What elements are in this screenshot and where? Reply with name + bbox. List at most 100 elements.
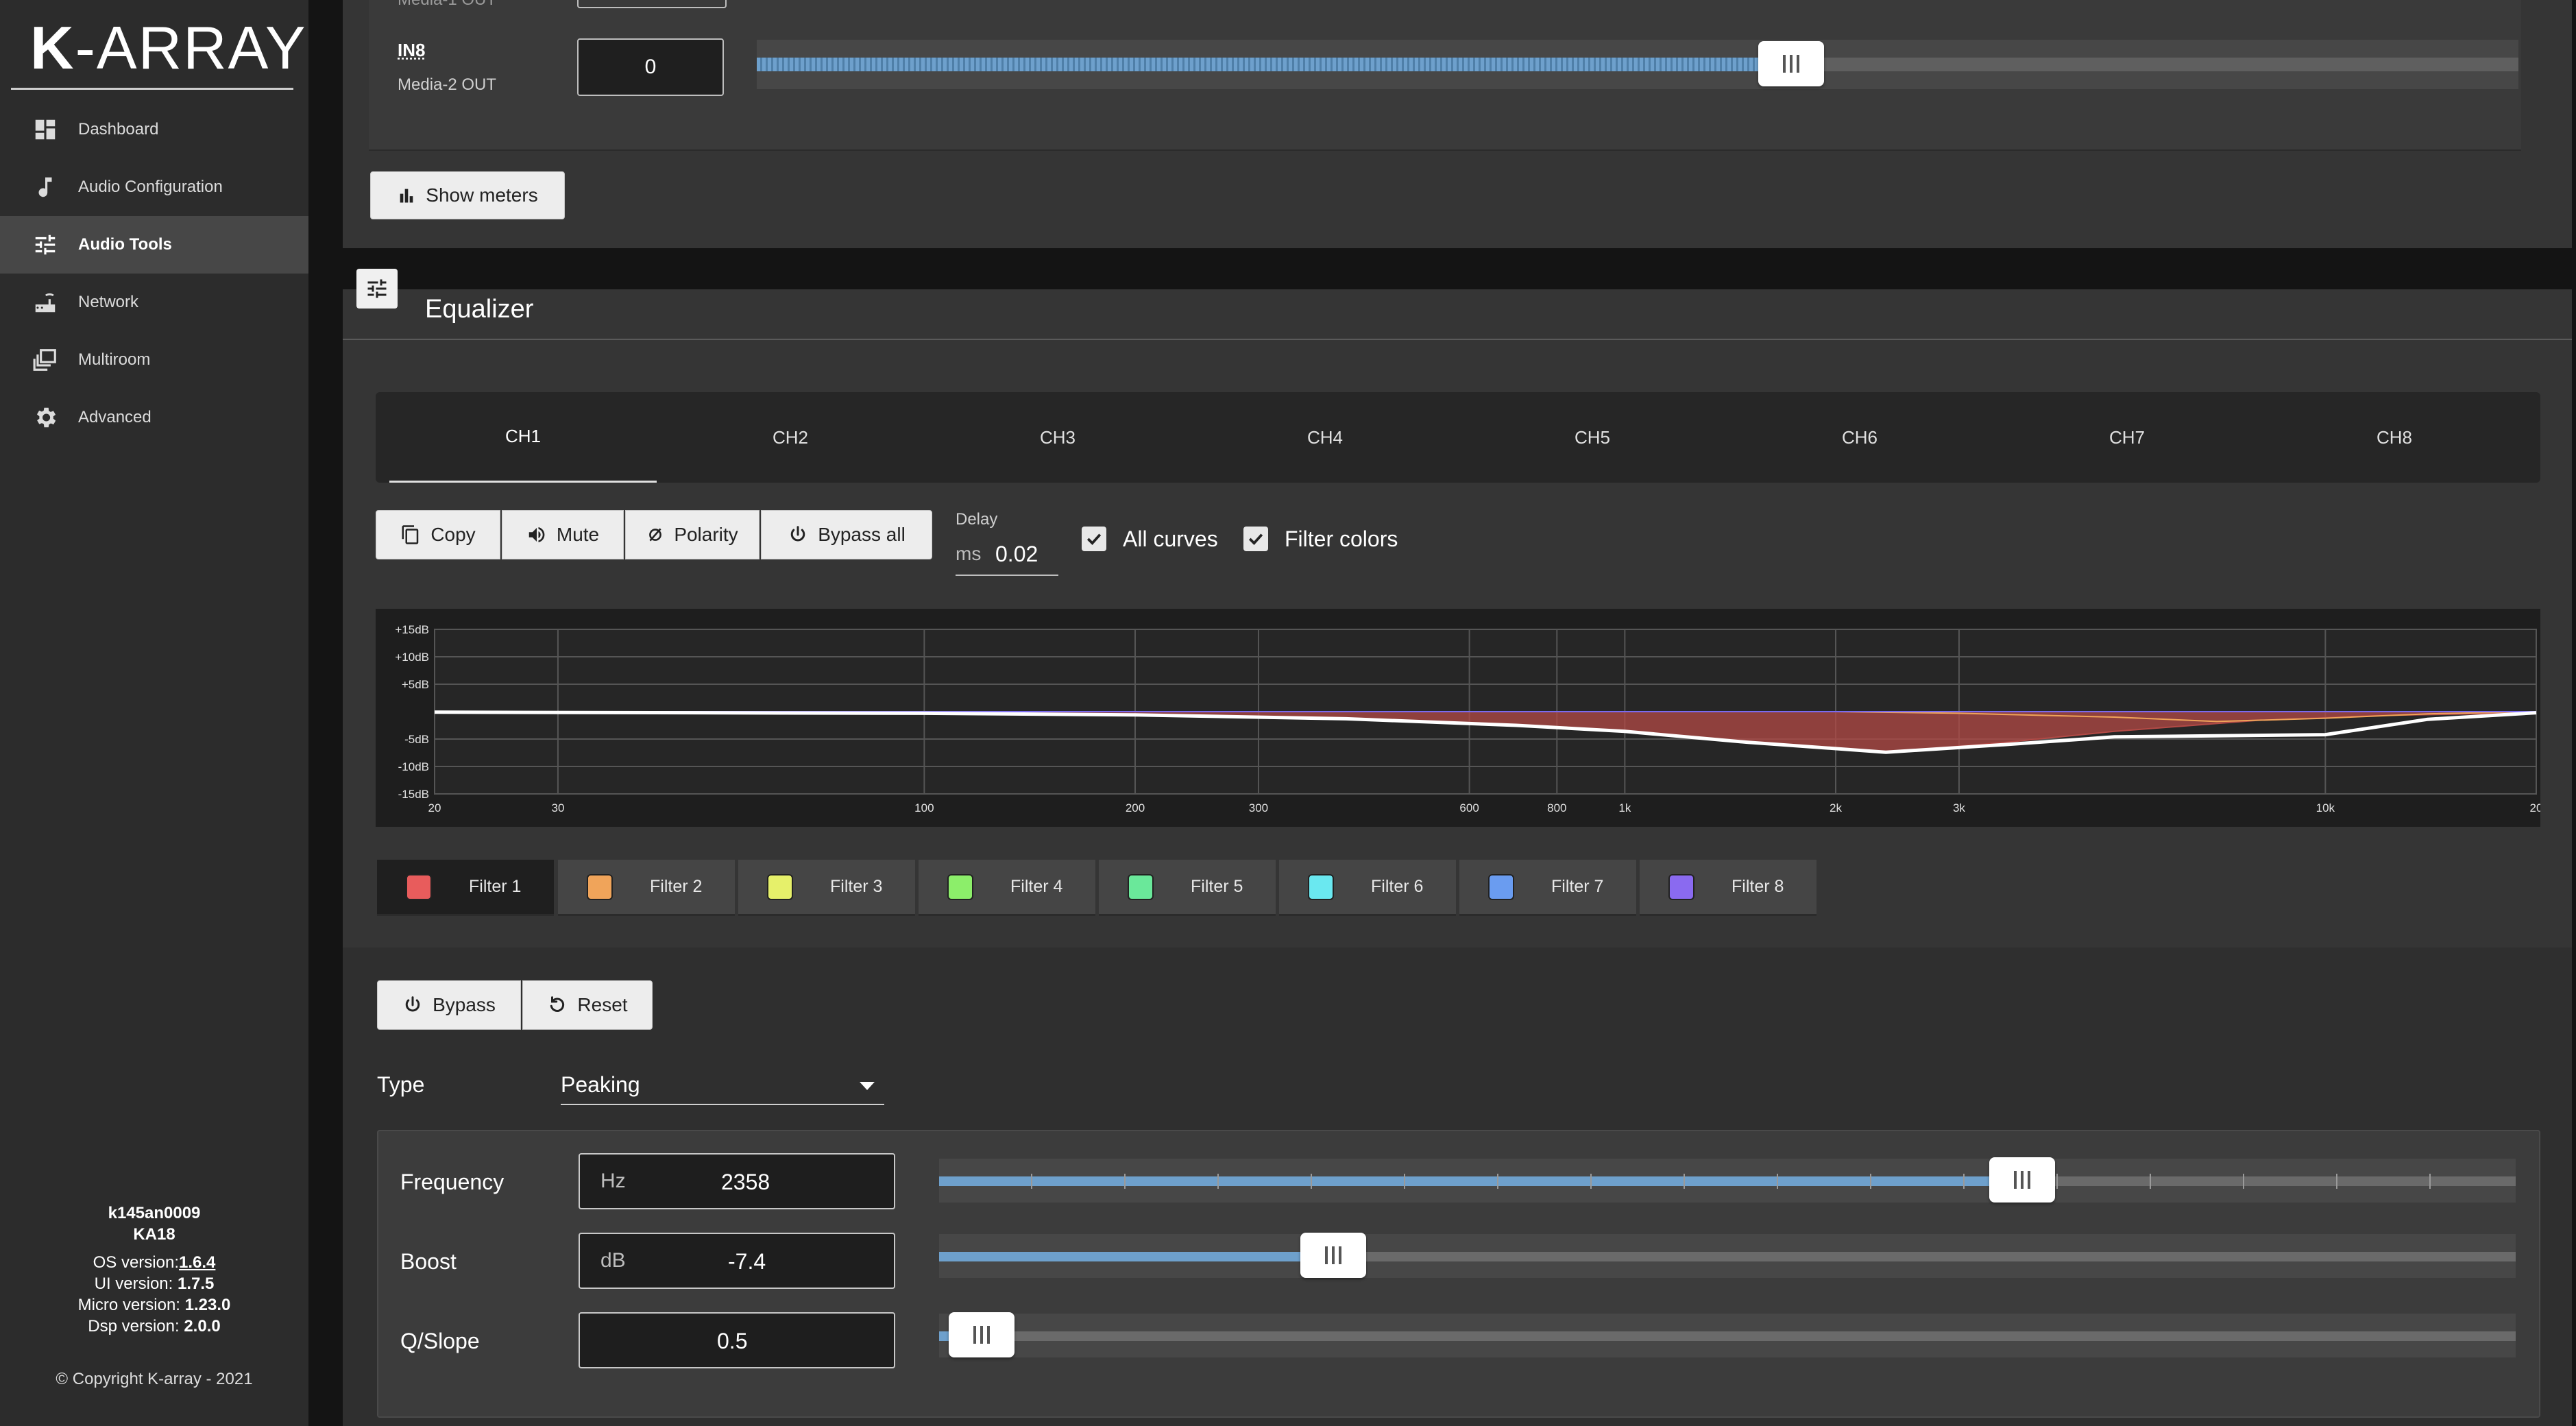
filter-tab-7[interactable]: Filter 7 <box>1459 860 1636 916</box>
bypass-all-label: Bypass all <box>818 524 906 545</box>
x-tick-label: 300 <box>1249 801 1268 814</box>
eq-response-svg[interactable]: +15dB+10dB+5dB-5dB-10dB-15dB20 30 100 200 30… <box>376 609 2542 827</box>
multiroom-icon <box>32 346 59 374</box>
x-tick-label: 800 <box>1547 801 1566 814</box>
filter-color-swatch <box>767 873 793 900</box>
micro-version-label: Micro version: <box>77 1296 185 1314</box>
device-id: k145an0009 <box>108 1204 201 1222</box>
micro-version-value: 1.23.0 <box>184 1296 231 1314</box>
x-tick-label: 600 <box>1459 801 1479 814</box>
sidebar-item-audio-configuration[interactable]: Audio Configuration <box>0 158 308 216</box>
copy-button[interactable]: Copy <box>376 510 500 559</box>
io-gain-input[interactable]: 0 <box>577 38 724 96</box>
delay-label: Delay <box>956 510 998 529</box>
filter-tab-label: Filter 8 <box>1731 877 1784 896</box>
filter-colors-checkbox[interactable] <box>1243 527 1268 551</box>
x-tick-label: 10k <box>2316 801 2335 814</box>
filter-tab-label: Filter 2 <box>650 877 703 896</box>
show-meters-button[interactable]: Show meters <box>370 171 565 219</box>
k-array-logo[interactable]: K-ARRAY <box>30 18 307 78</box>
equalizer-icon <box>356 269 398 309</box>
tab-ch3[interactable]: CH3 <box>924 392 1191 483</box>
filter-color-swatch <box>947 873 973 900</box>
delay-unit: ms <box>956 543 982 564</box>
mute-label: Mute <box>556 524 600 545</box>
frequency-unit: Hz <box>600 1170 626 1192</box>
eq-response-chart[interactable]: +15dB +10dB +5dB -5dB -10dB -15dB 20 30 100 200 30… <box>376 609 2542 827</box>
frequency-thumb[interactable] <box>1989 1157 2056 1203</box>
filter-tab-label: Filter 5 <box>1191 877 1243 896</box>
io-channel-name[interactable]: IN8 <box>398 40 425 61</box>
tab-ch5[interactable]: CH5 <box>1459 392 1726 483</box>
io-channel-source: Media-2 OUT <box>398 75 497 94</box>
filter-tab-6[interactable]: Filter 6 <box>1279 860 1456 916</box>
y-tick-label: -5dB <box>404 733 429 746</box>
x-tick-label: 20 <box>2530 801 2540 814</box>
reset-button[interactable]: Reset <box>522 980 653 1030</box>
filter-tab-5[interactable]: Filter 5 <box>1099 860 1276 916</box>
y-tick-label: +10dB <box>395 651 429 664</box>
os-version-label: OS version: <box>93 1253 179 1272</box>
tab-ch7[interactable]: CH7 <box>1993 392 2261 483</box>
frequency-slider[interactable] <box>939 1157 2516 1203</box>
q-slope-slider[interactable] <box>939 1312 2516 1357</box>
sidebar-item-label: Advanced <box>78 408 151 426</box>
ui-version: UI version: 1.7.5 <box>0 1273 308 1294</box>
equalizer-title-divider <box>343 339 2572 340</box>
reset-label: Reset <box>577 994 628 1015</box>
sidebar-item-audio-tools[interactable]: Audio Tools <box>0 216 308 274</box>
filter-colors-label: Filter colors <box>1285 527 1398 551</box>
check-icon <box>1086 533 1102 545</box>
sidebar-item-dashboard[interactable]: Dashboard <box>0 101 308 158</box>
filter-color-swatch <box>1128 873 1154 900</box>
filter-color-swatch <box>406 873 432 900</box>
os-version: OS version:1.6.4 <box>0 1252 308 1273</box>
logo-k: K <box>30 14 75 82</box>
io-row-partial-input[interactable] <box>577 0 727 8</box>
io-gain-slider[interactable] <box>757 40 2518 89</box>
power-icon <box>405 996 420 1012</box>
speaker-icon <box>528 527 545 542</box>
device-info: k145an0009 KA18 OS version:1.6.4 UI vers… <box>0 1203 308 1337</box>
sidebar-item-label: Multiroom <box>78 350 151 369</box>
q-slope-track <box>939 1331 2516 1341</box>
y-tick-label: -10dB <box>398 760 429 773</box>
tab-ch1[interactable]: CH1 <box>389 392 657 483</box>
all-curves-checkbox[interactable] <box>1082 527 1106 551</box>
io-row-partial-label: Media-1 OUT <box>398 0 496 10</box>
mute-button[interactable]: Mute <box>502 510 624 559</box>
x-tick-label: 2k <box>1830 801 1842 814</box>
filter-tab-1[interactable]: Filter 1 <box>377 860 554 916</box>
os-version-value[interactable]: 1.6.4 <box>179 1253 215 1272</box>
filter-tab-4[interactable]: Filter 4 <box>919 860 1095 916</box>
y-tick-label: +15dB <box>395 623 429 636</box>
bypass-all-button[interactable]: Bypass all <box>761 510 932 559</box>
q-slope-value: 0.5 <box>717 1329 748 1353</box>
bypass-label: Bypass <box>433 994 496 1015</box>
device-model: KA18 <box>133 1225 175 1244</box>
boost-slider[interactable] <box>939 1233 2516 1278</box>
polarity-button[interactable]: Polarity <box>625 510 760 559</box>
boost-thumb[interactable] <box>1300 1233 1366 1278</box>
filter-tab-8[interactable]: Filter 8 <box>1640 860 1816 916</box>
polarity-icon <box>649 528 662 542</box>
io-gain-thumb[interactable] <box>1758 41 1824 86</box>
tab-ch6[interactable]: CH6 <box>1726 392 1993 483</box>
bypass-button[interactable]: Bypass <box>377 980 521 1030</box>
dsp-version-value: 2.0.0 <box>184 1317 221 1336</box>
filter-color-swatch <box>1668 873 1694 900</box>
q-slope-label: Q/Slope <box>400 1329 480 1353</box>
filter-tab-3[interactable]: Filter 3 <box>738 860 915 916</box>
tab-ch4[interactable]: CH4 <box>1191 392 1459 483</box>
boost-fill <box>939 1252 1333 1261</box>
sidebar-item-network[interactable]: Network <box>0 274 308 331</box>
chevron-down-icon <box>860 1082 875 1090</box>
tab-ch2[interactable]: CH2 <box>657 392 924 483</box>
dsp-version-label: Dsp version: <box>88 1317 184 1336</box>
tab-ch8[interactable]: CH8 <box>2261 392 2528 483</box>
sidebar-item-multiroom[interactable]: Multiroom <box>0 331 308 389</box>
logo-rest: -ARRAY <box>75 14 307 82</box>
filter-tab-2[interactable]: Filter 2 <box>558 860 735 916</box>
q-slope-thumb[interactable] <box>949 1312 1015 1357</box>
sidebar-item-advanced[interactable]: Advanced <box>0 389 308 446</box>
